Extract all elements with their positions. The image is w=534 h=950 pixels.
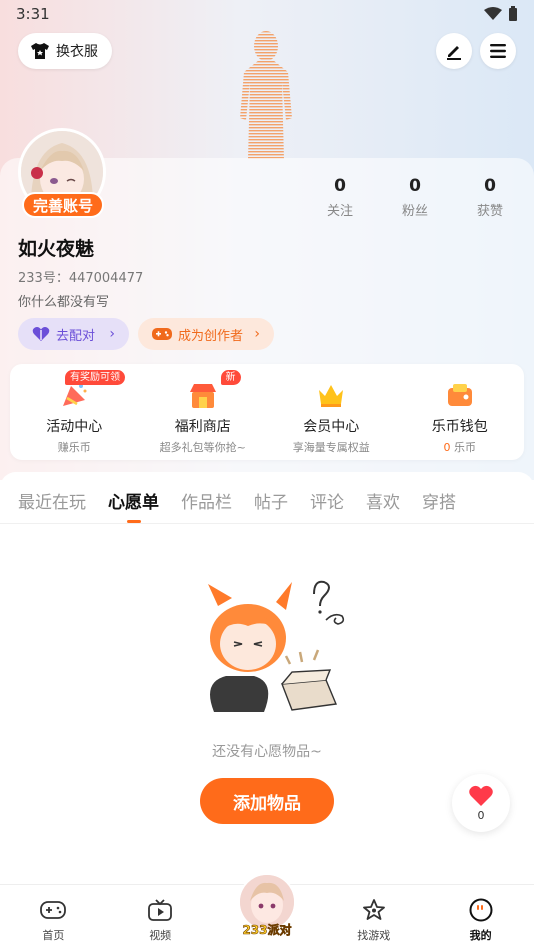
star-outline-icon (361, 897, 387, 923)
crown-icon (314, 378, 348, 412)
menu-button[interactable] (480, 33, 516, 69)
status-time: 3:31 (16, 5, 50, 23)
tab-works[interactable]: 作品栏 (181, 488, 232, 513)
become-creator-label: 成为创作者 (178, 328, 244, 344)
stat-fans-count: 0 (409, 176, 421, 196)
welfare-shop-title: 福利商店 (174, 419, 231, 435)
chevron-right-icon: › (254, 326, 260, 342)
activity-center-title: 活动中心 (46, 419, 103, 435)
match-label: 去配对 (56, 328, 96, 344)
gamepad-icon (152, 328, 172, 340)
match-button[interactable]: 去配对 › (18, 318, 129, 350)
menu-icon (490, 44, 506, 58)
bottom-navigation: 首页 视频 233派对 找游戏 我的 (0, 873, 534, 950)
shop-icon (186, 378, 220, 412)
empty-wishlist-illustration (208, 580, 345, 712)
nav-home[interactable]: 首页 (0, 885, 107, 950)
tshirt-icon (31, 43, 49, 59)
stat-likes-count: 0 (484, 176, 496, 196)
empty-wishlist-text: 还没有心愿物品~ (212, 744, 322, 760)
avatar-figure-silhouette (240, 31, 292, 160)
nav-mine[interactable]: 我的 (427, 885, 534, 950)
floating-like-button[interactable]: 0 (452, 774, 510, 832)
tab-wishlist[interactable]: 心愿单 (108, 488, 159, 513)
nav-mine-label: 我的 (469, 929, 492, 942)
add-item-button[interactable]: 添加物品 (200, 778, 334, 824)
service-coin-wallet[interactable]: 乐币钱包 0 乐币 (396, 364, 525, 460)
services-panel: 有奖励可领 活动中心 赚乐币 新 福利商店 超多礼包等你抢~ 会员中心 享海量专… (10, 364, 524, 460)
gamepad-outline-icon (40, 897, 67, 923)
tab-posts[interactable]: 帖子 (254, 488, 288, 513)
new-tag: 新 (220, 370, 241, 385)
nav-video-label: 视频 (149, 929, 172, 942)
tab-recently-played[interactable]: 最近在玩 (18, 488, 86, 513)
user-bio: 你什么都没有写 (18, 295, 110, 310)
chevron-right-icon: › (109, 326, 115, 342)
reward-tag: 有奖励可领 (65, 370, 125, 385)
stat-following[interactable]: 0 关注 (310, 176, 370, 219)
member-center-title: 会员中心 (303, 419, 360, 435)
nav-home-label: 首页 (42, 929, 65, 942)
stat-likes-label: 获赞 (476, 204, 503, 219)
pen-icon (447, 46, 461, 60)
coin-balance: 0 (443, 441, 451, 454)
coin-wallet-title: 乐币钱包 (431, 419, 488, 435)
service-member-center[interactable]: 会员中心 享海量专属权益 (267, 364, 396, 460)
nav-find-games-label: 找游戏 (357, 929, 391, 942)
coin-wallet-subtitle: 0 乐币 (396, 439, 525, 455)
service-activity-center[interactable]: 有奖励可领 活动中心 赚乐币 (10, 364, 139, 460)
stat-fans-label: 粉丝 (401, 204, 428, 219)
nav-video[interactable]: 视频 (107, 885, 214, 950)
stat-likes[interactable]: 0 获赞 (460, 176, 520, 219)
service-welfare-shop[interactable]: 新 福利商店 超多礼包等你抢~ (139, 364, 268, 460)
wallet-icon (443, 378, 477, 412)
user-id: 233号：447004477 (18, 271, 144, 286)
welfare-shop-subtitle: 超多礼包等你抢~ (159, 441, 246, 454)
wifi-icon (484, 7, 502, 20)
activity-center-subtitle: 赚乐币 (57, 441, 91, 454)
stat-following-count: 0 (334, 176, 346, 196)
edit-profile-button[interactable] (436, 33, 472, 69)
nav-find-games[interactable]: 找游戏 (320, 885, 427, 950)
tv-play-icon (147, 897, 173, 923)
stat-following-label: 关注 (326, 204, 353, 219)
status-bar: 3:31 (0, 0, 534, 28)
complete-account-badge[interactable]: 完善账号 (22, 192, 105, 218)
purple-heart-icon (32, 327, 50, 341)
battery-icon (509, 6, 517, 21)
tab-likes[interactable]: 喜欢 (366, 488, 400, 513)
coin-unit: 乐币 (454, 441, 476, 454)
stat-fans[interactable]: 0 粉丝 (385, 176, 445, 219)
tab-comments[interactable]: 评论 (310, 488, 344, 513)
content-tabs: 最近在玩 心愿单 作品栏 帖子 评论 喜欢 穿搭 (0, 472, 534, 524)
become-creator-button[interactable]: 成为创作者 › (138, 318, 274, 350)
nav-party[interactable]: 233派对 (214, 873, 321, 950)
like-count: 0 (477, 808, 485, 822)
change-outfit-label: 换衣服 (56, 44, 98, 60)
profile-stats: 0 关注 0 粉丝 0 获赞 (310, 176, 520, 219)
change-outfit-button[interactable]: 换衣服 (18, 33, 112, 69)
party-label: 233派对 (242, 923, 292, 938)
smiley-face-icon (468, 897, 494, 923)
heart-icon (469, 785, 493, 806)
user-nickname: 如火夜魅 (18, 238, 95, 260)
tab-outfits[interactable]: 穿搭 (422, 488, 456, 513)
member-center-subtitle: 享海量专属权益 (292, 441, 370, 454)
